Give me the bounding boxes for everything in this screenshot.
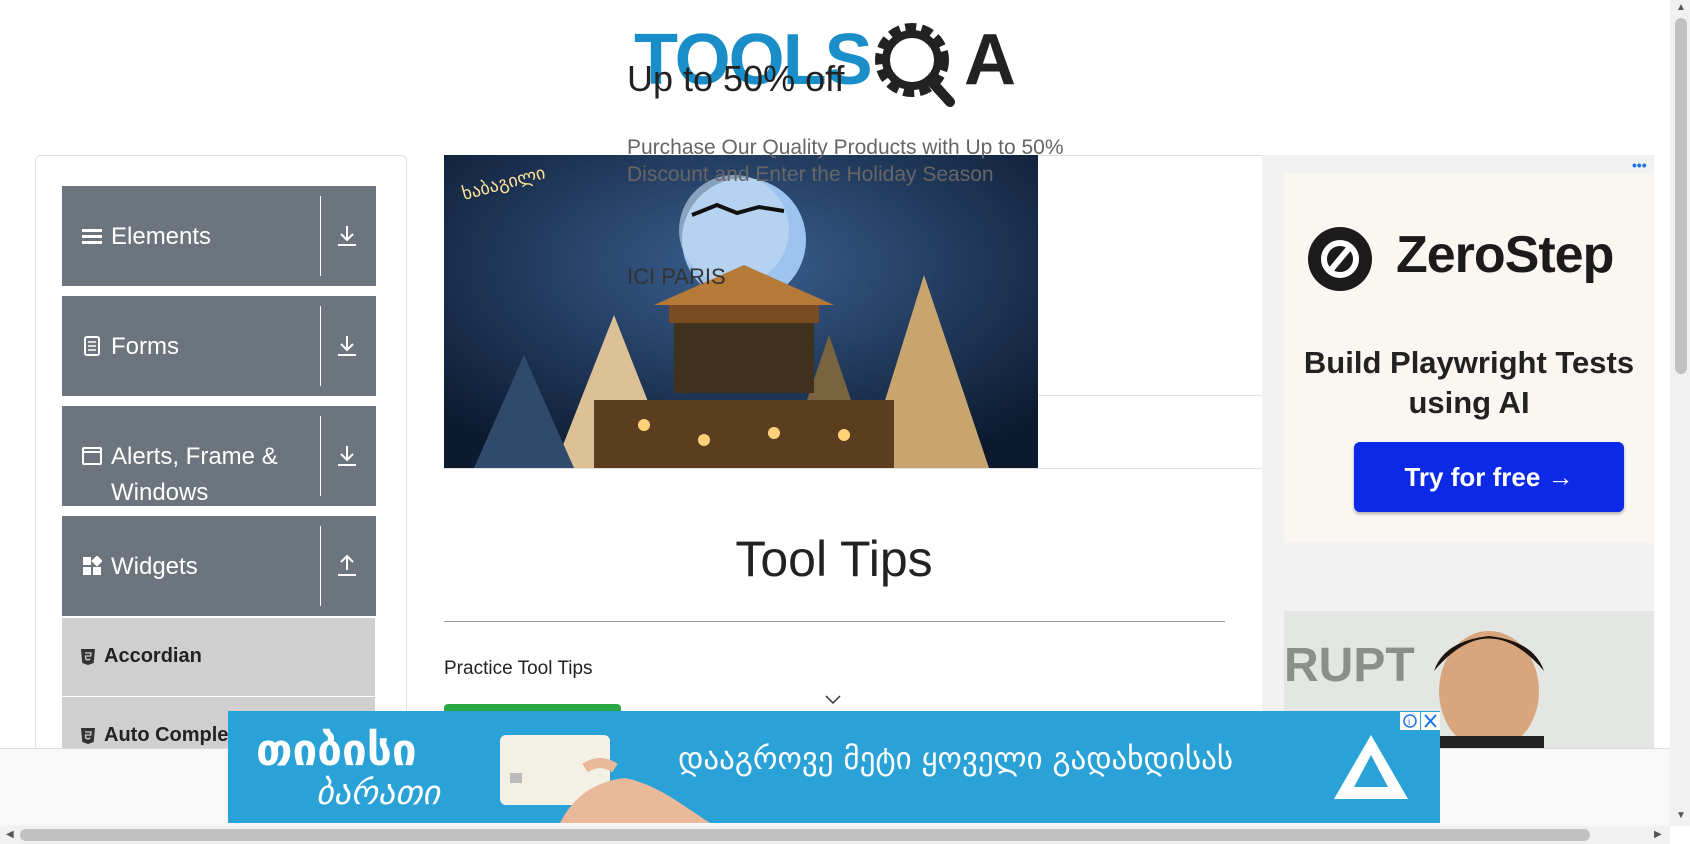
group-label: Widgets — [111, 553, 198, 580]
group-label: Alerts, Frame & Windows — [111, 443, 278, 506]
ad-options-icon[interactable]: ••• — [1632, 157, 1647, 173]
hamburger-icon — [82, 229, 102, 244]
ad-choices-icon[interactable]: i — [1400, 712, 1440, 730]
group-elements[interactable]: Elements — [62, 186, 376, 286]
banner-text-panel — [1038, 155, 1284, 468]
bottom-ad-brand-line1: თიბისი — [256, 725, 417, 776]
divider — [320, 416, 321, 496]
left-panel: Elements Forms Alerts, Frame & Windows W… — [35, 155, 407, 776]
menu-item-label: Auto Complete — [104, 724, 247, 746]
banner-ad[interactable]: ხაბაგილი — [444, 155, 1284, 469]
horizontal-scrollbar[interactable]: ◀ ▶ — [0, 826, 1670, 844]
bottom-ad-brand-line2: ბარათი — [316, 773, 441, 813]
scroll-thumb[interactable] — [1675, 18, 1687, 374]
download-arrow-icon — [338, 226, 356, 246]
zerostep-tagline: Build Playwright Tests using AI — [1303, 345, 1635, 420]
side-ad[interactable]: ••• ZeroStep Build Playwright Tests usin… — [1262, 155, 1654, 750]
divider — [1038, 395, 1284, 396]
group-forms[interactable]: Forms — [62, 296, 376, 396]
upload-arrow-icon — [338, 554, 356, 576]
widgets-icon — [83, 556, 102, 575]
document-icon — [84, 336, 100, 356]
photo-text: RUPT — [1284, 639, 1415, 692]
christmas-carousel-image: ხაბაგილი — [444, 155, 1038, 468]
window-icon — [82, 447, 102, 465]
bottom-ad-text: დააგროვე მეტი ყოველი გადახდისას — [678, 741, 1234, 777]
group-label: Elements — [111, 223, 212, 250]
divider — [320, 306, 321, 386]
menu-item-label: Accordian — [104, 645, 202, 667]
banner-brand[interactable]: ICI PARIS — [627, 264, 726, 290]
download-arrow-icon — [338, 336, 356, 356]
scroll-thumb[interactable] — [20, 829, 1590, 841]
logo-text-a: A — [964, 20, 1016, 100]
card-in-hand-image — [500, 735, 710, 823]
svg-text:i: i — [1408, 717, 1410, 728]
html5-icon — [81, 649, 95, 665]
group-alerts-frame-windows[interactable]: Alerts, Frame & Windows — [62, 406, 376, 506]
chevron-down-icon[interactable] — [824, 694, 842, 706]
zerostep-ad-card[interactable]: ZeroStep Build Playwright Tests using AI… — [1284, 173, 1654, 543]
banner-subtext: Purchase Our Quality Products with Up to… — [627, 136, 1064, 186]
group-widgets[interactable]: Widgets — [62, 516, 376, 616]
title-divider — [444, 621, 1225, 622]
page-title: Tool Tips — [735, 531, 933, 587]
practice-label: Practice Tool Tips — [444, 658, 593, 679]
try-for-free-button[interactable]: Try for free → — [1354, 442, 1624, 512]
divider — [320, 526, 321, 606]
scroll-right-icon[interactable]: ▶ — [1654, 829, 1662, 840]
gear-magnifier-icon — [875, 23, 955, 107]
vertical-scrollbar[interactable]: ▲ ▼ — [1670, 0, 1690, 826]
scroll-up-icon[interactable]: ▲ — [1676, 2, 1686, 13]
scroll-down-icon[interactable]: ▼ — [1676, 810, 1686, 821]
download-arrow-icon — [338, 446, 356, 466]
bank-logo-icon — [1334, 735, 1408, 799]
menu-item-accordian[interactable]: Accordian — [62, 618, 375, 697]
banner-headline: Up to 50% off — [627, 58, 845, 99]
html5-icon — [81, 728, 95, 744]
group-label: Forms — [111, 333, 179, 360]
divider — [320, 196, 321, 276]
zerostep-brand: ZeroStep — [1396, 226, 1614, 284]
zerostep-logo-icon — [1308, 227, 1372, 291]
scroll-left-icon[interactable]: ◀ — [6, 829, 14, 840]
bottom-ad[interactable]: თიბისი ბარათი დააგროვე მეტი ყოველი გადახ… — [228, 711, 1440, 823]
